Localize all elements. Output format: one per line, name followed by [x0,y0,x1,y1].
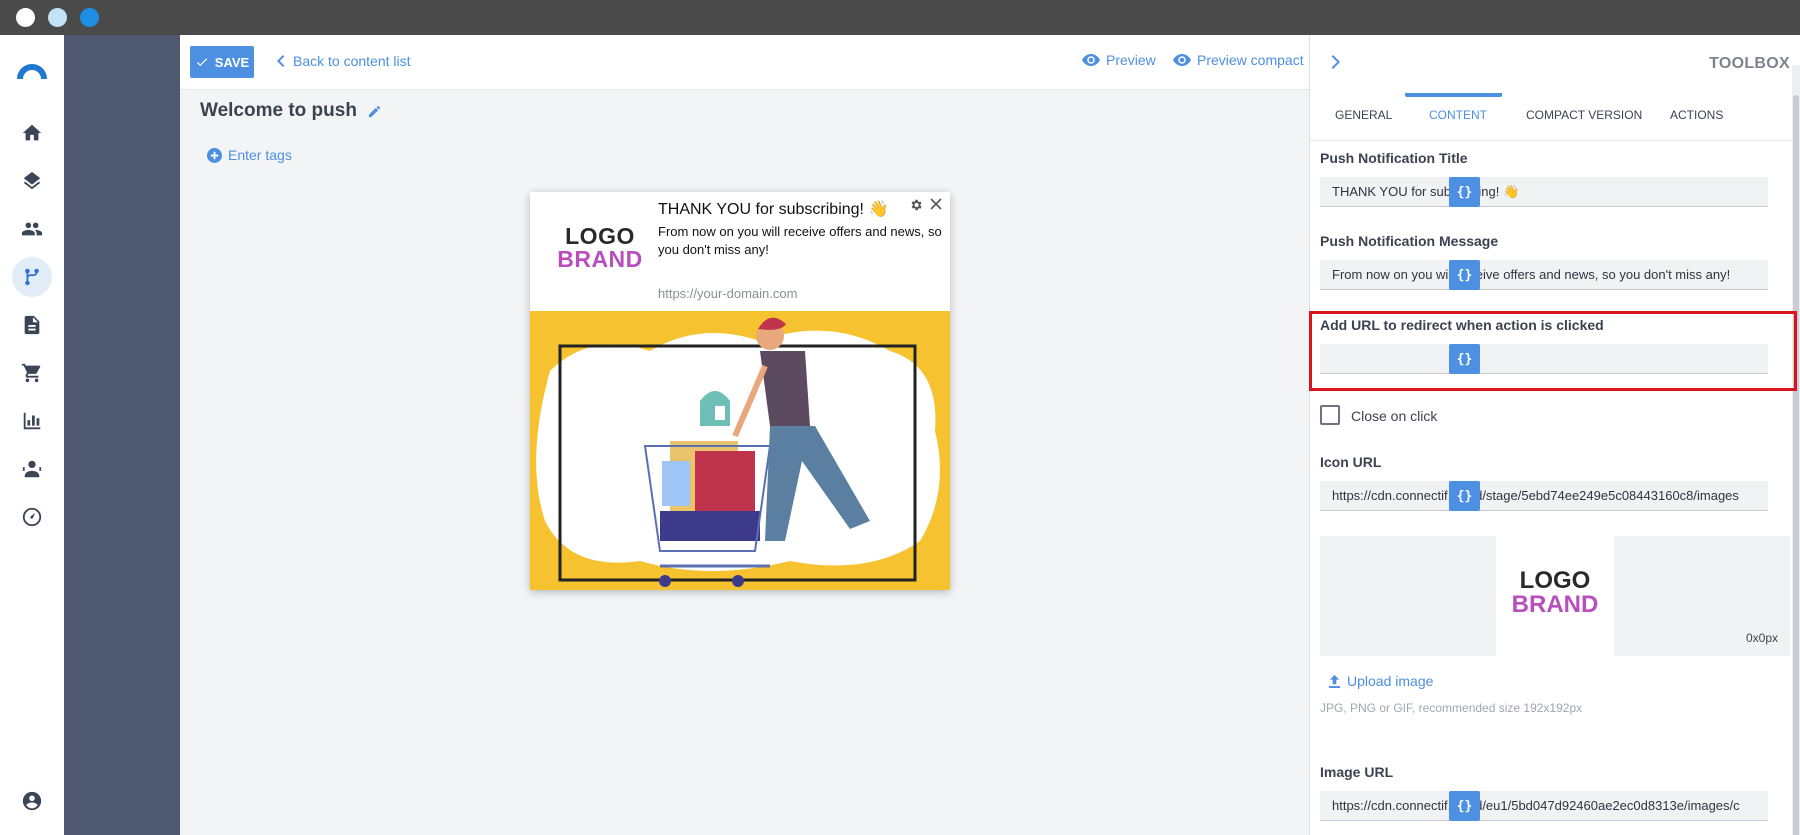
push-message-input[interactable]: From now on you will receive offers and … [1320,260,1768,290]
add-circle-icon [207,147,222,163]
icon-url-input[interactable]: https://cdn.connectif.cloud/stage/5ebd74… [1320,481,1768,511]
preview-title: THANK YOU for subscribing! 👋 [658,201,889,218]
tab-compact-version[interactable]: COMPACT VERSION [1526,93,1642,141]
preview-compact-label: Preview compact [1197,52,1304,68]
insert-variable-button-icon-url[interactable]: {} [1449,481,1480,511]
preview-compact-link[interactable]: Preview compact [1173,52,1304,68]
insert-variable-button-message[interactable]: {} [1449,260,1480,290]
upload-hint: JPG, PNG or GIF, recommended size 192x19… [1320,701,1583,715]
back-link-label: Back to content list [293,53,411,69]
enter-tags-link[interactable]: Enter tags [207,147,292,163]
push-notification-preview: LOGO BRAND THANK YOU for subscribing! 👋 … [530,192,950,590]
layers-icon[interactable] [12,161,52,201]
tab-content[interactable]: CONTENT [1429,93,1487,141]
eye-icon [1082,54,1100,66]
cart-icon[interactable] [12,353,52,393]
insert-variable-button-image-url[interactable]: {} [1449,791,1480,821]
left-nav [0,35,64,835]
icon-preview-logo-line-1: LOGO [1519,567,1591,594]
push-title-input[interactable]: THANK YOU for subscribing! 👋 [1320,177,1768,207]
icon-preview-frame: LOGO BRAND [1496,536,1614,656]
chevron-left-icon [277,55,285,67]
page-title: Welcome to push [200,100,382,122]
window-titlebar [0,0,1800,35]
upload-icon [1328,674,1341,688]
enter-tags-label: Enter tags [228,147,292,163]
shopping-illustration-image [530,311,950,590]
close-on-click-label: Close on click [1351,408,1438,424]
toolbox-title: TOOLBOX [1709,55,1790,72]
document-icon[interactable] [12,305,52,345]
window-close-dot[interactable] [16,8,35,27]
toolbox-panel: TOOLBOX GENERAL CONTENT COMPACT VERSION … [1309,35,1800,835]
account-icon[interactable] [12,781,52,821]
pencil-edit-icon[interactable] [367,104,382,119]
tab-actions[interactable]: ACTIONS [1670,93,1723,141]
preview-domain: https://your-domain.com [658,286,798,301]
image-url-label: Image URL [1320,764,1394,780]
home-icon[interactable] [12,113,52,153]
close-icon[interactable] [930,198,942,210]
toolbox-tabs: GENERAL CONTENT COMPACT VERSION ACTIONS [1310,93,1792,141]
eye-icon [1173,54,1191,66]
icon-image-preview: LOGO BRAND 0x0px [1320,536,1790,656]
chevron-right-icon[interactable] [1330,55,1342,69]
tab-general[interactable]: GENERAL [1335,93,1392,141]
close-on-click-checkbox[interactable] [1320,405,1340,425]
check-icon [196,58,208,67]
secondary-sidebar [64,35,180,835]
support-agent-icon[interactable] [12,449,52,489]
upload-image-link[interactable]: Upload image [1328,673,1433,689]
preview-link[interactable]: Preview [1082,52,1156,68]
title-field-label: Push Notification Title [1320,150,1468,166]
page-title-text: Welcome to push [200,100,357,121]
window-maximize-dot[interactable] [80,8,99,27]
dashboard-gauge-icon[interactable] [12,497,52,537]
insert-variable-button-title[interactable]: {} [1449,177,1480,207]
icon-size-readout: 0x0px [1745,631,1778,645]
icon-preview-logo: LOGO BRAND [1496,569,1614,617]
bar-chart-icon[interactable] [12,401,52,441]
brand-logo: LOGO BRAND [550,225,650,271]
message-field-label: Push Notification Message [1320,233,1499,249]
editor-toolbar: SAVE Back to content list Preview Previe… [180,35,1309,90]
preview-message: From now on you will receive offers and … [658,224,942,257]
back-to-content-list-link[interactable]: Back to content list [275,53,411,69]
icon-preview-logo-line-2: BRAND [1511,591,1599,618]
toolbox-scrollbar-thumb[interactable] [1793,95,1799,835]
preview-label: Preview [1106,52,1156,68]
app-logo-icon[interactable] [16,53,48,85]
logo-line-1: LOGO [565,223,635,249]
icon-url-label: Icon URL [1320,454,1382,470]
save-button[interactable]: SAVE [190,46,254,78]
logo-line-2: BRAND [557,246,643,272]
window-minimize-dot[interactable] [48,8,67,27]
redirect-url-highlight [1309,311,1797,391]
gear-icon[interactable] [909,198,923,212]
upload-image-label: Upload image [1347,673,1434,689]
toolbox-scrollbar[interactable] [1792,65,1800,835]
save-button-label: SAVE [214,54,250,70]
image-url-input[interactable]: https://cdn.connectif.cloud/eu1/5bd047d9… [1320,791,1768,821]
people-icon[interactable] [12,209,52,249]
workflows-icon[interactable] [12,257,52,297]
